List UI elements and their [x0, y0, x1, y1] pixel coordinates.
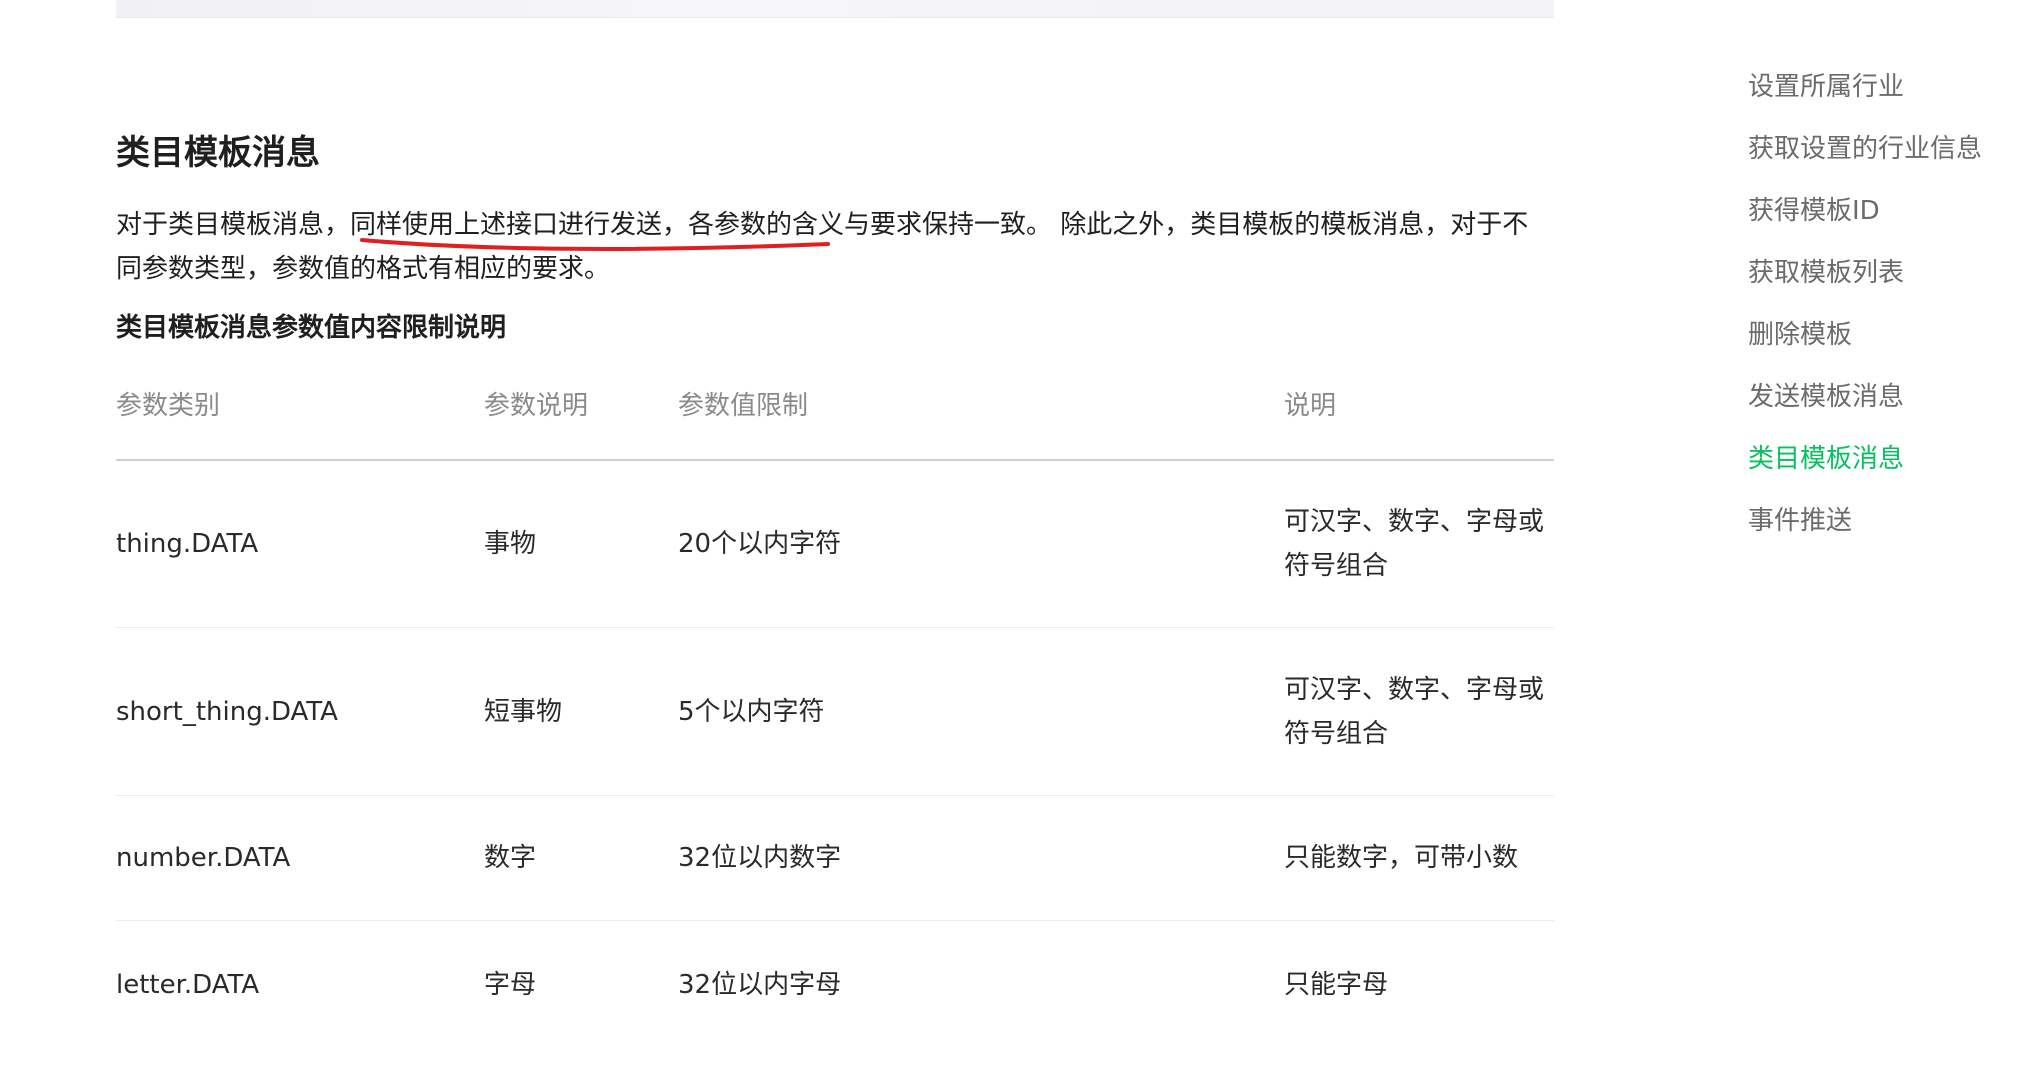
cell-meaning: 短事物: [484, 628, 678, 796]
description-highlight: 同样使用上述接口进行发送: [350, 210, 662, 240]
cell-category: number.DATA: [116, 796, 484, 921]
cell-category: thing.DATA: [116, 460, 484, 628]
cell-note: 可汉字、数字、字母或符号组合: [1284, 628, 1554, 796]
cell-limit: 32位以内数字: [678, 796, 1284, 921]
description-lead: 对于类目模板消息，: [116, 210, 350, 240]
table-header-row: 参数类别 参数说明 参数值限制 说明: [116, 385, 1554, 460]
table-caption: 类目模板消息参数值内容限制说明: [116, 310, 506, 346]
table-row: letter.DATA 字母 32位以内字母 只能字母: [116, 921, 1554, 1087]
toc-item-send-template-message[interactable]: 发送模板消息: [1748, 366, 2008, 428]
cell-meaning: 数字: [484, 796, 678, 921]
header-category: 参数类别: [116, 385, 484, 460]
table-row: short_thing.DATA 短事物 5个以内字符 可汉字、数字、字母或符号…: [116, 628, 1554, 796]
cell-meaning: 字母: [484, 921, 678, 1087]
section-title: 类目模板消息: [116, 131, 320, 175]
param-limits-table: 参数类别 参数说明 参数值限制 说明 thing.DATA 事物 20个以内字符…: [116, 385, 1554, 1087]
cell-limit: 32位以内字母: [678, 921, 1284, 1087]
toc-item-get-industry-info[interactable]: 获取设置的行业信息: [1748, 118, 2008, 180]
cell-note: 只能数字，可带小数: [1284, 796, 1554, 921]
cell-note: 只能字母: [1284, 921, 1554, 1087]
table-row: number.DATA 数字 32位以内数字 只能数字，可带小数: [116, 796, 1554, 921]
section-description: 对于类目模板消息，同样使用上述接口进行发送，各参数的含义与要求保持一致。 除此之…: [116, 203, 1554, 291]
toc-item-delete-template[interactable]: 删除模板: [1748, 304, 2008, 366]
toc-sidebar: 设置所属行业 获取设置的行业信息 获得模板ID 获取模板列表 删除模板 发送模板…: [1748, 56, 2008, 552]
toc-item-event-push[interactable]: 事件推送: [1748, 490, 2008, 552]
cell-category: short_thing.DATA: [116, 628, 484, 796]
cell-limit: 5个以内字符: [678, 628, 1284, 796]
header-limit: 参数值限制: [678, 385, 1284, 460]
cell-note: 可汉字、数字、字母或符号组合: [1284, 460, 1554, 628]
header-meaning: 参数说明: [484, 385, 678, 460]
top-content-strip: [116, 0, 1554, 18]
table-row: thing.DATA 事物 20个以内字符 可汉字、数字、字母或符号组合: [116, 460, 1554, 628]
header-note: 说明: [1284, 385, 1554, 460]
cell-meaning: 事物: [484, 460, 678, 628]
toc-item-set-industry[interactable]: 设置所属行业: [1748, 56, 2008, 118]
cell-limit: 20个以内字符: [678, 460, 1284, 628]
toc-item-get-template-id[interactable]: 获得模板ID: [1748, 180, 2008, 242]
toc-item-category-template-message[interactable]: 类目模板消息: [1748, 428, 2008, 490]
toc-item-get-template-list[interactable]: 获取模板列表: [1748, 242, 2008, 304]
cell-category: letter.DATA: [116, 921, 484, 1087]
